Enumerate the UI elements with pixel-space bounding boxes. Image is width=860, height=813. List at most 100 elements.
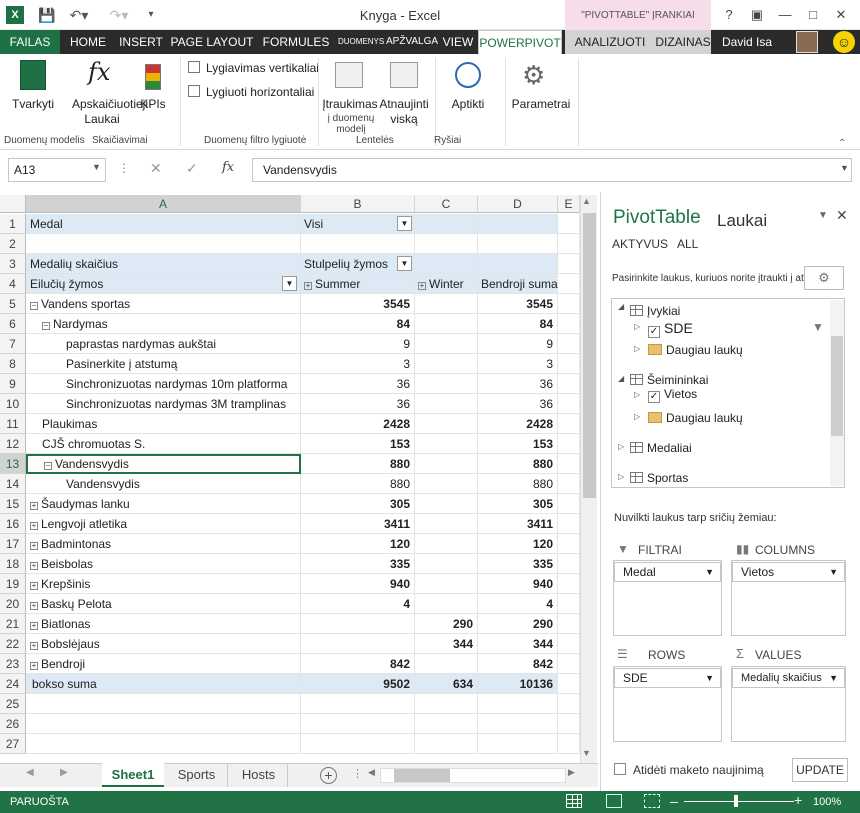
cell-d22[interactable]: 344: [478, 634, 558, 654]
cell-e1[interactable]: [558, 214, 580, 234]
chevron-down-icon[interactable]: ▼: [705, 563, 714, 581]
cell-a23[interactable]: + Bendroji: [26, 654, 301, 674]
expand-icon[interactable]: +: [30, 542, 38, 550]
row-header[interactable]: 2: [0, 234, 26, 254]
checkbox-checked-icon[interactable]: ✓: [648, 391, 660, 403]
expand-icon[interactable]: +: [30, 522, 38, 530]
save-icon[interactable]: 💾: [38, 6, 56, 24]
cell-e10[interactable]: [558, 394, 580, 414]
cell-c16[interactable]: [415, 514, 478, 534]
cell-b18[interactable]: 335: [301, 554, 415, 574]
tab-active[interactable]: AKTYVUS: [612, 237, 668, 251]
tab-formulas[interactable]: FORMULES: [258, 30, 334, 54]
add-to-data-model-button[interactable]: Įtraukimas: [322, 97, 378, 111]
collapse-icon[interactable]: −: [44, 462, 52, 470]
cell-a13[interactable]: − Vandensvydis: [26, 454, 301, 474]
tab-insert[interactable]: INSERT: [114, 30, 168, 54]
cell-b22[interactable]: [301, 634, 415, 654]
cell-d8[interactable]: 3: [478, 354, 558, 374]
cell-e25[interactable]: [558, 694, 580, 714]
cell-d15[interactable]: 305: [478, 494, 558, 514]
help-icon[interactable]: ?: [718, 6, 740, 24]
row-header[interactable]: 4: [0, 274, 26, 294]
row-header[interactable]: 17: [0, 534, 26, 554]
normal-view-icon[interactable]: [566, 794, 582, 808]
expand-formula-icon[interactable]: ▼: [840, 163, 849, 173]
collapse-ribbon-icon[interactable]: ⌃: [838, 138, 846, 149]
cell-c27[interactable]: [415, 734, 478, 754]
cell-b21[interactable]: [301, 614, 415, 634]
cell-e17[interactable]: [558, 534, 580, 554]
cell-e20[interactable]: [558, 594, 580, 614]
cell-c19[interactable]: [415, 574, 478, 594]
cell-c23[interactable]: [415, 654, 478, 674]
cell-c24[interactable]: 634: [415, 674, 478, 694]
tab-data[interactable]: DUOMENYS: [338, 30, 384, 54]
row-header[interactable]: 12: [0, 434, 26, 454]
formula-input[interactable]: Vandensvydis: [252, 158, 852, 182]
cell-d5[interactable]: 3545: [478, 294, 558, 314]
column-header-a[interactable]: A: [26, 195, 301, 213]
cell-c3[interactable]: [415, 254, 478, 274]
cell-b19[interactable]: 940: [301, 574, 415, 594]
row-header[interactable]: 8: [0, 354, 26, 374]
cell-b16[interactable]: 3411: [301, 514, 415, 534]
vertical-scroll-thumb[interactable]: [583, 213, 596, 498]
cell-d12[interactable]: 153: [478, 434, 558, 454]
cell-a4[interactable]: Eilučių žymos ▼: [26, 274, 301, 294]
tree-table-medals[interactable]: Medaliai: [630, 438, 692, 458]
expand-icon[interactable]: +: [30, 662, 38, 670]
column-labels-filter-icon[interactable]: ▼: [397, 256, 412, 271]
chevron-down-icon[interactable]: ▼: [705, 669, 714, 687]
tree-more-fields[interactable]: Daugiau laukų: [648, 408, 743, 428]
sheet-tab-sports[interactable]: Sports: [166, 763, 228, 787]
cell-a3[interactable]: Medalių skaičius: [26, 254, 301, 274]
expand-icon[interactable]: +: [30, 642, 38, 650]
enter-icon[interactable]: ✓: [186, 160, 198, 177]
cell-d27[interactable]: [478, 734, 558, 754]
cell-b4[interactable]: + Summer: [301, 274, 415, 294]
column-header-e[interactable]: E: [558, 195, 580, 213]
add-to-data-model-icon[interactable]: [335, 62, 363, 88]
expand-icon[interactable]: ▷: [634, 344, 640, 353]
cell-b2[interactable]: [301, 234, 415, 254]
cell-e2[interactable]: [558, 234, 580, 254]
page-layout-view-icon[interactable]: [606, 794, 622, 808]
column-header-c[interactable]: C: [415, 195, 478, 213]
scroll-up-icon[interactable]: ▲: [582, 196, 591, 206]
row-header[interactable]: 9: [0, 374, 26, 394]
manage-button[interactable]: Tvarkyti: [2, 97, 64, 111]
minimize-icon[interactable]: —: [774, 6, 796, 24]
update-button[interactable]: UPDATE: [792, 758, 848, 782]
align-vertical-icon[interactable]: [188, 61, 200, 73]
feedback-smiley-icon[interactable]: ☺: [833, 31, 855, 53]
expand-icon[interactable]: +: [304, 282, 312, 290]
expand-icon[interactable]: +: [30, 602, 38, 610]
cell-d10[interactable]: 36: [478, 394, 558, 414]
pane-options-icon[interactable]: ▼: [818, 210, 828, 221]
row-header[interactable]: 25: [0, 694, 26, 714]
customize-qat-icon[interactable]: ▾: [142, 6, 160, 24]
cell-a11[interactable]: Plaukimas: [26, 414, 301, 434]
row-header[interactable]: 5: [0, 294, 26, 314]
cell-c1[interactable]: [415, 214, 478, 234]
zoom-slider[interactable]: [684, 801, 794, 802]
row-labels-filter-icon[interactable]: ▼: [282, 276, 297, 291]
cell-e11[interactable]: [558, 414, 580, 434]
cell-d7[interactable]: 9: [478, 334, 558, 354]
cell-b10[interactable]: 36: [301, 394, 415, 414]
tab-all[interactable]: ALL: [677, 237, 698, 251]
cell-d18[interactable]: 335: [478, 554, 558, 574]
cell-b13[interactable]: 880: [301, 454, 415, 474]
row-header[interactable]: 10: [0, 394, 26, 414]
cell-d1[interactable]: [478, 214, 558, 234]
tab-design[interactable]: DIZAINAS: [652, 30, 714, 54]
cell-a27[interactable]: [26, 734, 301, 754]
row-header[interactable]: 11: [0, 414, 26, 434]
cell-b27[interactable]: [301, 734, 415, 754]
cell-d3[interactable]: [478, 254, 558, 274]
values-field-chip[interactable]: Medalių skaičius ▼: [732, 668, 845, 688]
cell-b9[interactable]: 36: [301, 374, 415, 394]
cell-c5[interactable]: [415, 294, 478, 314]
zoom-in-icon[interactable]: +: [794, 792, 802, 808]
